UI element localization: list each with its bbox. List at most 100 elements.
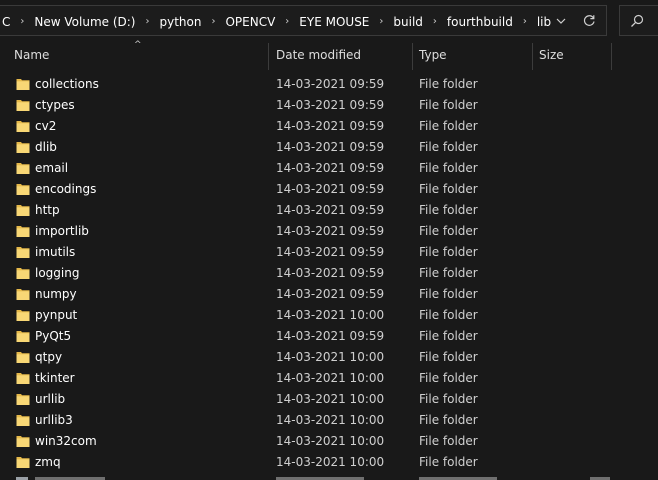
file-date-modified: 14-03-2021 10:00 <box>276 308 385 322</box>
file-row[interactable]: imutils 14-03-2021 09:59 File folder <box>0 242 658 263</box>
folder-icon <box>16 245 30 259</box>
breadcrumb-item[interactable]: New Volume (D:) <box>32 15 137 29</box>
breadcrumb-separator-icon[interactable]: › <box>137 16 157 27</box>
column-divider[interactable] <box>611 43 612 70</box>
column-header-date-label: Date modified <box>276 48 362 62</box>
file-row[interactable]: encodings 14-03-2021 09:59 File folder <box>0 179 658 200</box>
file-row[interactable]: PyQt5 14-03-2021 09:59 File folder <box>0 326 658 347</box>
file-row[interactable]: ctypes 14-03-2021 09:59 File folder <box>0 95 658 116</box>
breadcrumb-separator-icon[interactable]: › <box>203 16 223 27</box>
file-row[interactable]: importlib 14-03-2021 09:59 File folder <box>0 221 658 242</box>
column-header-size[interactable]: Size <box>539 40 611 70</box>
file-row[interactable]: zmq 14-03-2021 10:00 File folder <box>0 452 658 473</box>
file-row[interactable]: win32com 14-03-2021 10:00 File folder <box>0 431 658 452</box>
folder-icon <box>16 203 30 217</box>
column-header-type[interactable]: Type <box>419 40 532 70</box>
file-name[interactable]: urllib3 <box>35 410 73 431</box>
file-type: File folder <box>419 182 478 196</box>
folder-icon <box>16 371 30 385</box>
file-row[interactable]: collections 14-03-2021 09:59 File folder <box>0 74 658 95</box>
breadcrumb-item[interactable]: C <box>0 15 12 29</box>
file-name[interactable]: cv2 <box>35 116 56 137</box>
column-header-size-label: Size <box>539 48 564 62</box>
file-name[interactable]: qtpy <box>35 347 62 368</box>
breadcrumb-item[interactable]: OPENCV <box>223 15 277 29</box>
file-date-modified: 14-03-2021 10:00 <box>276 371 385 385</box>
file-name[interactable]: win32com <box>35 431 97 452</box>
file-type: File folder <box>419 392 478 406</box>
file-name[interactable]: pynput <box>35 305 77 326</box>
file-name[interactable]: ctypes <box>35 95 75 116</box>
breadcrumb-separator-icon[interactable]: › <box>371 16 391 27</box>
column-divider[interactable] <box>268 43 269 70</box>
file-type: File folder <box>419 266 478 280</box>
partial-row <box>0 474 658 480</box>
breadcrumb-separator-icon[interactable]: › <box>277 16 297 27</box>
breadcrumb-item[interactable]: python <box>157 15 203 29</box>
refresh-icon[interactable] <box>576 6 602 35</box>
file-row[interactable]: tkinter 14-03-2021 10:00 File folder <box>0 368 658 389</box>
search-input[interactable] <box>619 5 658 36</box>
file-type: File folder <box>419 455 478 469</box>
column-divider[interactable] <box>532 43 533 70</box>
file-row[interactable]: urllib 14-03-2021 10:00 File folder <box>0 389 658 410</box>
file-row[interactable]: dlib 14-03-2021 09:59 File folder <box>0 137 658 158</box>
file-name[interactable]: tkinter <box>35 368 75 389</box>
column-header-type-label: Type <box>419 48 447 62</box>
file-type: File folder <box>419 287 478 301</box>
file-date-modified: 14-03-2021 09:59 <box>276 119 385 133</box>
file-name[interactable]: zmq <box>35 452 61 473</box>
file-type: File folder <box>419 119 478 133</box>
file-row[interactable]: http 14-03-2021 09:59 File folder <box>0 200 658 221</box>
breadcrumb-separator-icon[interactable]: › <box>12 16 32 27</box>
folder-icon <box>16 161 30 175</box>
file-type: File folder <box>419 245 478 259</box>
file-date-modified: 14-03-2021 10:00 <box>276 392 385 406</box>
file-name[interactable]: encodings <box>35 179 96 200</box>
folder-icon <box>16 98 30 112</box>
column-header-date[interactable]: Date modified <box>276 40 412 70</box>
file-name[interactable]: collections <box>35 74 99 95</box>
breadcrumb-separator-icon[interactable]: › <box>425 16 445 27</box>
chevron-down-icon[interactable] <box>551 6 571 35</box>
file-date-modified: 14-03-2021 09:59 <box>276 203 385 217</box>
file-row[interactable]: cv2 14-03-2021 09:59 File folder <box>0 116 658 137</box>
breadcrumb-item[interactable]: fourthbuild <box>445 15 515 29</box>
file-type: File folder <box>419 161 478 175</box>
folder-icon <box>16 77 30 91</box>
file-row[interactable]: numpy 14-03-2021 09:59 File folder <box>0 284 658 305</box>
breadcrumb-item[interactable]: build <box>391 15 425 29</box>
file-date-modified: 14-03-2021 09:59 <box>276 182 385 196</box>
file-name[interactable]: http <box>35 200 60 221</box>
file-name[interactable]: PyQt5 <box>35 326 71 347</box>
file-list: collections 14-03-2021 09:59 File folder ct… <box>0 74 658 473</box>
file-date-modified: 14-03-2021 10:00 <box>276 413 385 427</box>
file-date-modified: 14-03-2021 09:59 <box>276 77 385 91</box>
file-name[interactable]: email <box>35 158 68 179</box>
file-row[interactable]: email 14-03-2021 09:59 File folder <box>0 158 658 179</box>
breadcrumb-item[interactable]: EYE MOUSE <box>297 15 371 29</box>
column-header-name[interactable]: Name <box>14 40 268 70</box>
file-date-modified: 14-03-2021 10:00 <box>276 434 385 448</box>
search-icon <box>630 13 644 32</box>
file-name[interactable]: imutils <box>35 242 75 263</box>
breadcrumb-separator-icon[interactable]: › <box>515 16 535 27</box>
file-name[interactable]: logging <box>35 263 79 284</box>
file-name[interactable]: urllib <box>35 389 65 410</box>
folder-icon <box>16 119 30 133</box>
file-row[interactable]: qtpy 14-03-2021 10:00 File folder <box>0 347 658 368</box>
file-name[interactable]: importlib <box>35 221 89 242</box>
file-row[interactable]: logging 14-03-2021 09:59 File folder <box>0 263 658 284</box>
folder-icon <box>16 455 30 469</box>
file-type: File folder <box>419 308 478 322</box>
file-row[interactable]: urllib3 14-03-2021 10:00 File folder <box>0 410 658 431</box>
file-row[interactable]: pynput 14-03-2021 10:00 File folder <box>0 305 658 326</box>
folder-icon <box>16 413 30 427</box>
file-name[interactable]: dlib <box>35 137 57 158</box>
file-name[interactable]: numpy <box>35 284 77 305</box>
address-bar[interactable]: C › New Volume (D:) › python › OPENCV › EYE MOUS… <box>0 5 607 36</box>
column-divider[interactable] <box>412 43 413 70</box>
folder-icon <box>16 140 30 154</box>
address-bar-area: C › New Volume (D:) › python › OPENCV › EYE MOUS… <box>0 0 658 40</box>
folder-icon <box>16 266 30 280</box>
